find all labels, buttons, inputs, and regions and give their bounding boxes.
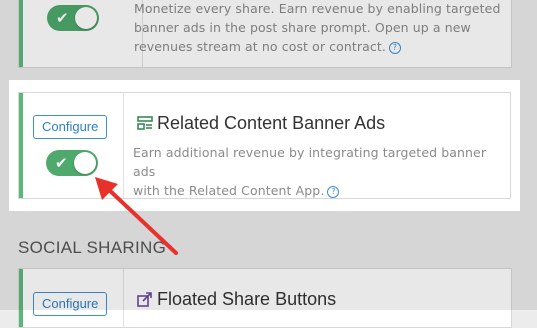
card-divider (123, 269, 124, 327)
check-icon: ✔ (55, 154, 68, 172)
help-icon[interactable]: ? (388, 42, 401, 54)
description-line: revenues stream at no cost or contract.? (134, 37, 500, 56)
description-line: banner ads in the post share prompt. Ope… (134, 20, 471, 35)
related-content-banner-ads-card: Configure ✔ Related Content Banner Ads E… (18, 92, 511, 199)
configure-button[interactable]: Configure (33, 115, 108, 139)
help-icon[interactable]: ? (327, 186, 340, 198)
toggle-knob (74, 152, 96, 174)
card-title: Floated Share Buttons (137, 289, 336, 310)
dim-overlay (520, 80, 537, 211)
card-accent-bar (19, 269, 23, 327)
check-icon: ✔ (56, 9, 69, 27)
card-accent-bar (19, 0, 23, 67)
share-icon (137, 292, 152, 307)
card-title-text: Floated Share Buttons (157, 289, 337, 309)
description-line: Earn additional revenue by integrating t… (133, 145, 487, 179)
configure-button[interactable]: Configure (33, 292, 108, 316)
description-line: Monetize every share. Earn revenue by en… (134, 1, 501, 16)
card-description: Earn additional revenue by integrating t… (133, 143, 510, 200)
related-content-ads-toggle[interactable]: ✔ (46, 150, 98, 176)
monetize-share-card: ✔ Monetize every share. Earn revenue by … (18, 0, 512, 68)
card-description: Monetize every share. Earn revenue by en… (134, 0, 500, 56)
card-title: Related Content Banner Ads (137, 113, 385, 134)
card-accent-bar (19, 93, 23, 198)
dim-overlay (0, 80, 9, 211)
card-divider (123, 93, 124, 198)
toggle-knob (75, 7, 97, 29)
monetize-share-toggle[interactable]: ✔ (47, 5, 99, 31)
section-title: SOCIAL SHARING (18, 238, 167, 257)
card-title-text: Related Content Banner Ads (157, 113, 386, 133)
description-line: with the Related Content App.? (133, 181, 510, 200)
banner-ads-icon (137, 116, 153, 130)
floated-share-buttons-card: Configure Floated Share Buttons (18, 268, 512, 328)
